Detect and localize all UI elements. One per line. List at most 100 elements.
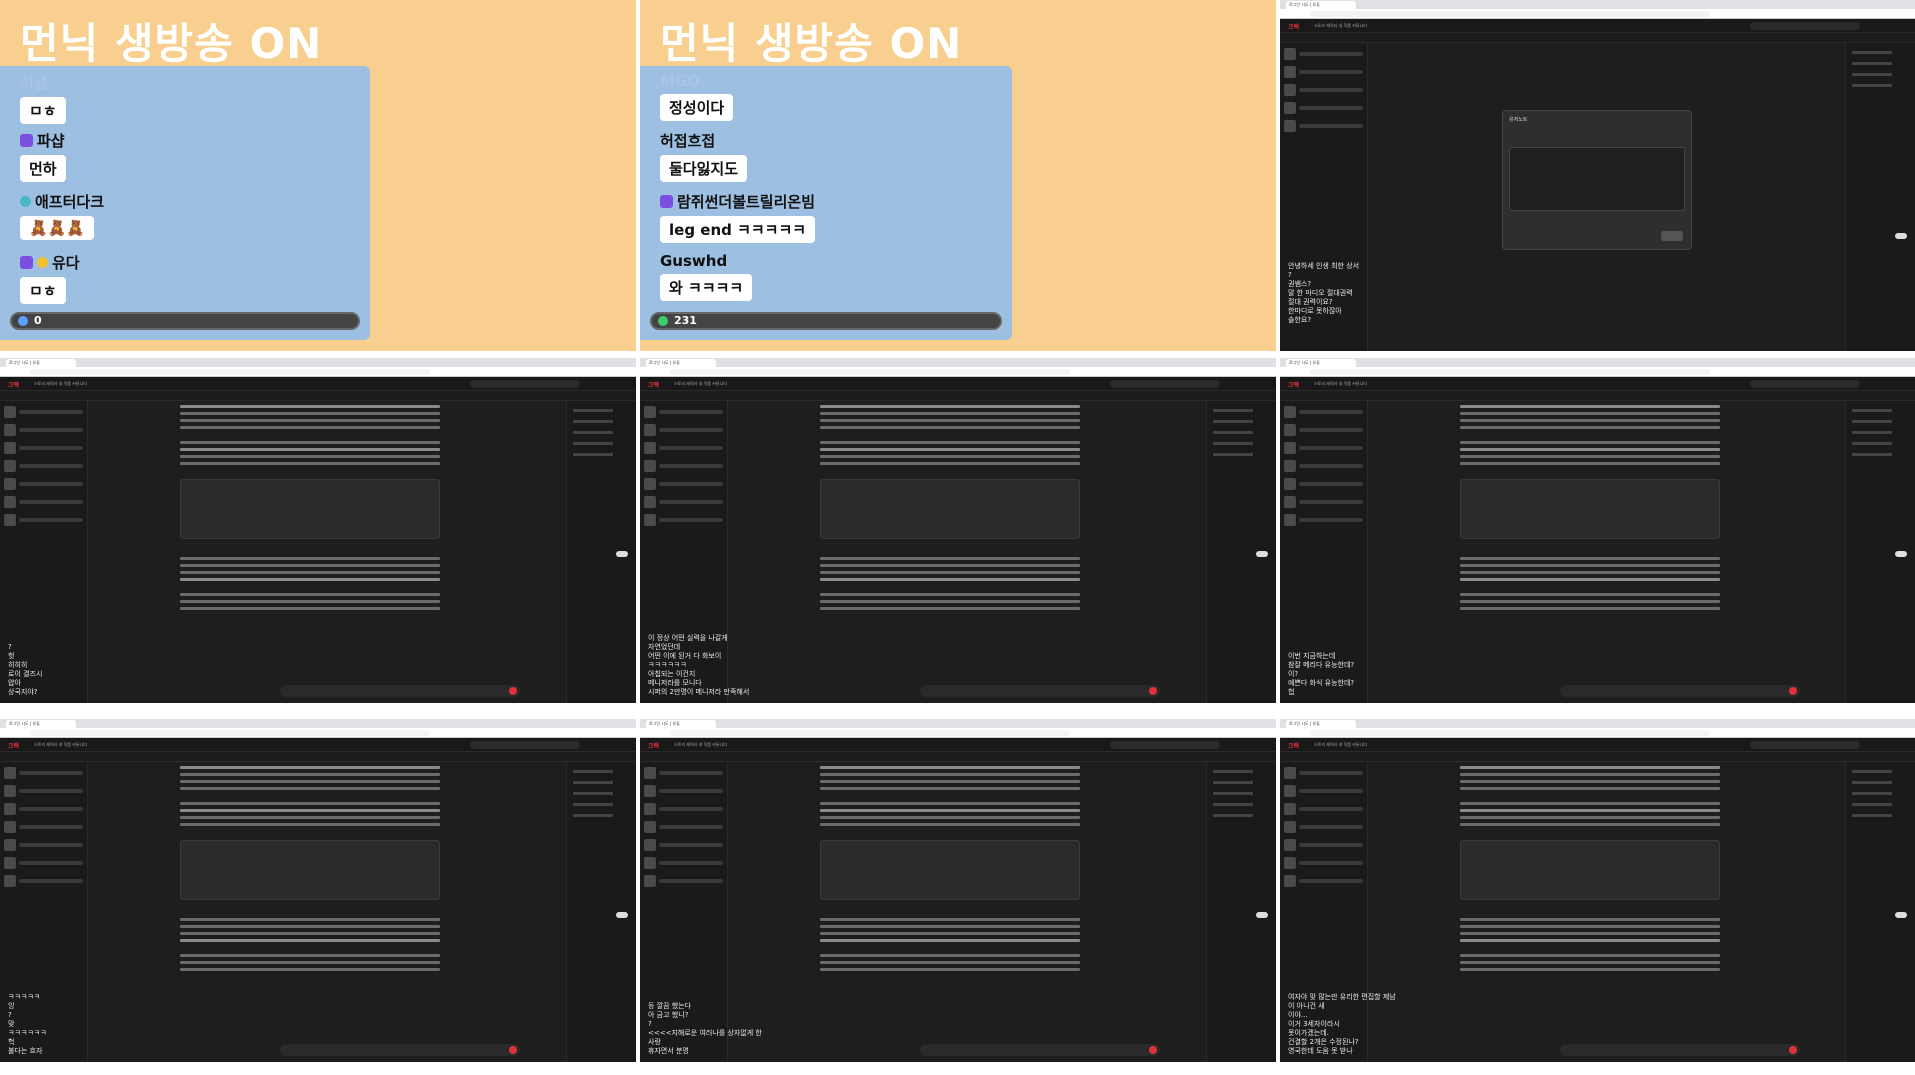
sidebar-item[interactable] bbox=[1284, 765, 1363, 780]
sidebar-item[interactable] bbox=[1284, 100, 1363, 115]
message-input[interactable] bbox=[280, 685, 520, 697]
sidebar-item[interactable] bbox=[644, 855, 723, 870]
sidebar-item[interactable] bbox=[644, 765, 723, 780]
address-bar[interactable] bbox=[1280, 9, 1915, 19]
search-input[interactable] bbox=[1110, 380, 1220, 388]
sidebar-item[interactable] bbox=[1284, 783, 1363, 798]
save-button[interactable] bbox=[1661, 231, 1683, 241]
sidebar-item[interactable] bbox=[4, 855, 83, 870]
send-button[interactable] bbox=[509, 1046, 517, 1054]
browser-tab[interactable]: 로그인 시도 | 유튜 bbox=[6, 359, 76, 367]
send-button[interactable] bbox=[1149, 687, 1157, 695]
sidebar-item[interactable] bbox=[1284, 440, 1363, 455]
sidebar-item[interactable] bbox=[1284, 855, 1363, 870]
sidebar-item[interactable] bbox=[4, 458, 83, 473]
message-input[interactable] bbox=[920, 685, 1160, 697]
sidebar-item[interactable] bbox=[4, 494, 83, 509]
top-nav[interactable]: 스토리 캐릭터 내 작품 커뮤니티 bbox=[674, 381, 727, 387]
sidebar-item[interactable] bbox=[644, 476, 723, 491]
top-nav[interactable]: 스토리 캐릭터 내 작품 커뮤니티 bbox=[1314, 381, 1367, 387]
search-input[interactable] bbox=[470, 741, 580, 749]
sidebar-item[interactable] bbox=[4, 404, 83, 419]
toggle-switch[interactable] bbox=[1256, 551, 1268, 557]
url-field[interactable] bbox=[670, 730, 1070, 736]
url-field[interactable] bbox=[1310, 730, 1710, 736]
sidebar-item[interactable] bbox=[644, 494, 723, 509]
sidebar-item[interactable] bbox=[1284, 512, 1363, 527]
url-field[interactable] bbox=[30, 730, 430, 736]
sidebar-item[interactable] bbox=[1284, 873, 1363, 888]
sidebar-item[interactable] bbox=[4, 512, 83, 527]
sidebar-item[interactable] bbox=[4, 476, 83, 491]
sidebar-item[interactable] bbox=[1284, 46, 1363, 61]
toggle-switch[interactable] bbox=[616, 551, 628, 557]
note-textarea[interactable] bbox=[1509, 147, 1685, 211]
sidebar-item[interactable] bbox=[1284, 494, 1363, 509]
sidebar-item[interactable] bbox=[644, 458, 723, 473]
sidebar-item[interactable] bbox=[644, 783, 723, 798]
send-button[interactable] bbox=[1789, 687, 1797, 695]
app-logo[interactable]: 크랙 bbox=[8, 741, 19, 750]
sidebar-item[interactable] bbox=[1284, 422, 1363, 437]
browser-tab[interactable]: 로그인 시도 | 유튜 bbox=[1286, 1, 1356, 9]
app-logo[interactable]: 크랙 bbox=[1288, 741, 1299, 750]
url-field[interactable] bbox=[670, 369, 1070, 375]
url-field[interactable] bbox=[1310, 11, 1710, 17]
app-logo[interactable]: 크랙 bbox=[648, 741, 659, 750]
toggle-switch[interactable] bbox=[1895, 912, 1907, 918]
top-nav[interactable]: 스토리 캐릭터 내 작품 커뮤니티 bbox=[1314, 23, 1367, 29]
send-button[interactable] bbox=[1149, 1046, 1157, 1054]
sidebar-item[interactable] bbox=[644, 422, 723, 437]
address-bar[interactable] bbox=[1280, 728, 1915, 738]
address-bar[interactable] bbox=[640, 728, 1276, 738]
toggle-switch[interactable] bbox=[1895, 233, 1907, 239]
address-bar[interactable] bbox=[0, 367, 636, 377]
sidebar-item[interactable] bbox=[644, 512, 723, 527]
sidebar-item[interactable] bbox=[1284, 819, 1363, 834]
sidebar-item[interactable] bbox=[1284, 64, 1363, 79]
sidebar-item[interactable] bbox=[4, 422, 83, 437]
toggle-switch[interactable] bbox=[1256, 912, 1268, 918]
app-logo[interactable]: 크랙 bbox=[1288, 380, 1299, 389]
address-bar[interactable] bbox=[640, 367, 1276, 377]
message-input[interactable] bbox=[920, 1044, 1160, 1056]
toggle-switch[interactable] bbox=[616, 912, 628, 918]
sidebar-item[interactable] bbox=[4, 765, 83, 780]
sidebar-item[interactable] bbox=[644, 801, 723, 816]
sidebar-item[interactable] bbox=[4, 801, 83, 816]
toggle-switch[interactable] bbox=[1895, 551, 1907, 557]
browser-tab[interactable]: 로그인 시도 | 유튜 bbox=[646, 720, 716, 728]
top-nav[interactable]: 스토리 캐릭터 내 작품 커뮤니티 bbox=[34, 742, 87, 748]
sidebar-item[interactable] bbox=[1284, 837, 1363, 852]
top-nav[interactable]: 스토리 캐릭터 내 작품 커뮤니티 bbox=[34, 381, 87, 387]
sidebar-item[interactable] bbox=[1284, 801, 1363, 816]
search-input[interactable] bbox=[1110, 741, 1220, 749]
sidebar-item[interactable] bbox=[4, 440, 83, 455]
address-bar[interactable] bbox=[0, 728, 636, 738]
search-input[interactable] bbox=[1750, 22, 1860, 30]
url-field[interactable] bbox=[1310, 369, 1710, 375]
sidebar-item[interactable] bbox=[1284, 118, 1363, 133]
url-field[interactable] bbox=[30, 369, 430, 375]
message-input[interactable] bbox=[280, 1044, 520, 1056]
app-logo[interactable]: 크랙 bbox=[1288, 22, 1299, 31]
browser-tab[interactable]: 로그인 시도 | 유튜 bbox=[646, 359, 716, 367]
sidebar-item[interactable] bbox=[4, 873, 83, 888]
sidebar-item[interactable] bbox=[644, 440, 723, 455]
sidebar-item[interactable] bbox=[4, 819, 83, 834]
sidebar-item[interactable] bbox=[1284, 458, 1363, 473]
app-logo[interactable]: 크랙 bbox=[648, 380, 659, 389]
top-nav[interactable]: 스토리 캐릭터 내 작품 커뮤니티 bbox=[674, 742, 727, 748]
message-input[interactable] bbox=[1560, 1044, 1800, 1056]
top-nav[interactable]: 스토리 캐릭터 내 작품 커뮤니티 bbox=[1314, 742, 1367, 748]
browser-tab[interactable]: 로그인 시도 | 유튜 bbox=[1286, 720, 1356, 728]
search-input[interactable] bbox=[1750, 380, 1860, 388]
sidebar-item[interactable] bbox=[644, 819, 723, 834]
app-logo[interactable]: 크랙 bbox=[8, 380, 19, 389]
sidebar-item[interactable] bbox=[4, 783, 83, 798]
sidebar-item[interactable] bbox=[1284, 82, 1363, 97]
sidebar-item[interactable] bbox=[644, 837, 723, 852]
send-button[interactable] bbox=[509, 687, 517, 695]
sidebar-item[interactable] bbox=[1284, 404, 1363, 419]
sidebar-item[interactable] bbox=[4, 837, 83, 852]
